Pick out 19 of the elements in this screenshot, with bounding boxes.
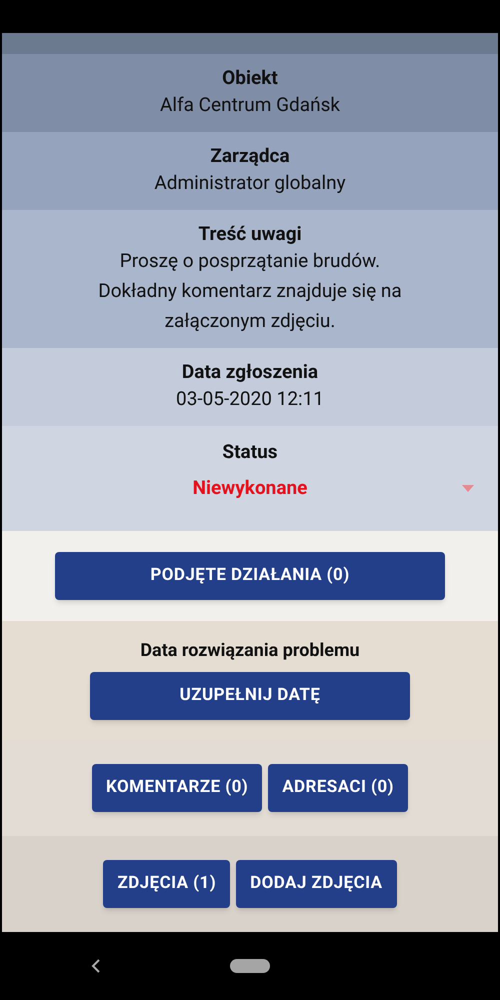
action-button[interactable]: UZUPEŁNIJ DATĘ	[90, 672, 410, 720]
dropdown-caret-icon	[462, 484, 474, 492]
field-label: Treść uwagi	[198, 222, 302, 246]
action-button[interactable]: KOMENTARZE (0)	[92, 764, 262, 812]
field-value: Alfa Centrum Gdańsk	[160, 92, 340, 118]
resolution-label: Data rozwiązania problemu	[140, 638, 360, 662]
action-button[interactable]: PODJĘTE DZIAŁANIA (0)	[55, 552, 445, 600]
field-value: Administrator globalny	[154, 170, 346, 196]
action-button[interactable]: ZDJĘCIA (1)	[103, 860, 230, 908]
field-value: Proszę o posprzątanie brudów. Dokładny komentarz znajduje się na załączonym zdjęciu.	[97, 248, 403, 334]
field-label: Status	[222, 440, 278, 464]
action-button[interactable]: DODAJ ZDJĘCIA	[236, 860, 397, 908]
field-value: 03-05-2020 12:11	[176, 386, 324, 412]
field-label: Obiekt	[222, 66, 278, 90]
field-label: Data zgłoszenia	[182, 360, 318, 384]
action-button[interactable]: ADRESACI (0)	[268, 764, 408, 812]
back-icon[interactable]	[91, 959, 101, 973]
field-label: Zarządca	[210, 144, 290, 168]
home-pill[interactable]	[230, 959, 270, 973]
